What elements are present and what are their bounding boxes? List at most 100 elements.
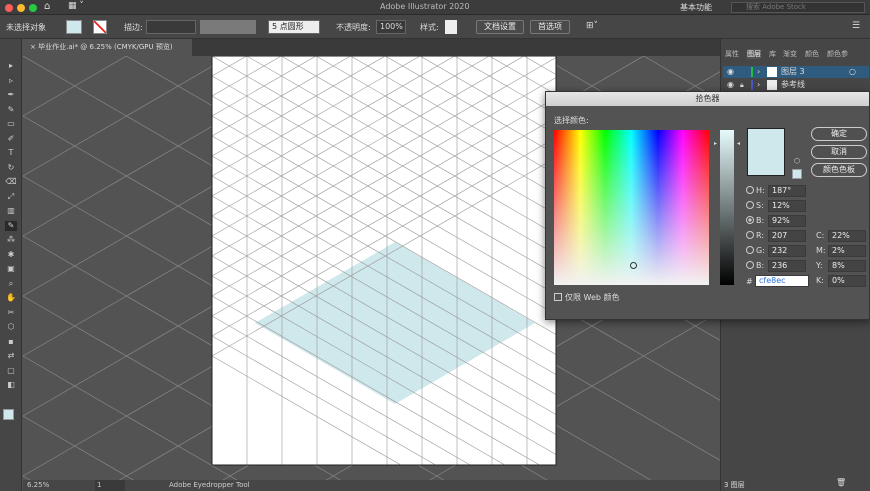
hand-tool-icon[interactable]: ✋ [5,293,17,303]
channel-radio[interactable] [746,201,754,209]
pencil-tool-icon[interactable]: ✐ [5,134,17,144]
channel-radio[interactable] [746,216,754,224]
brightness-slider[interactable] [720,130,734,285]
hex-input[interactable]: cfe8ec [755,275,809,287]
color-field[interactable] [554,130,709,285]
symbol-sprayer-tool-icon[interactable]: ✱ [5,250,17,260]
eyedropper-tool-icon[interactable]: ✎ [5,220,17,231]
expand-chevron-icon[interactable]: › [757,79,760,91]
opacity-input[interactable]: 100% [376,20,406,34]
channel-label[interactable]: B: [746,260,764,272]
style-label: 样式: [420,23,439,32]
maximize-window-button[interactable] [29,4,37,12]
channel-value-input[interactable]: 92% [768,215,806,227]
selection-tool-icon[interactable]: ▸ [5,61,17,71]
lock-icon[interactable]: 🔒︎ [740,79,744,91]
home-icon[interactable]: ⌂ [44,1,50,12]
channel-value-input[interactable]: 2% [828,245,866,257]
color-field-cursor[interactable] [630,262,637,269]
channel-value-input[interactable]: 232 [768,245,806,257]
arrange-icon[interactable]: ⊞˅ [586,21,598,31]
color-picker-dialog: 拾色器 选择颜色: ▸ ◂ ⬡ 确定 取消 颜色色板 H: 187° S: 12% B: 9… [545,91,870,320]
visibility-eye-icon[interactable]: ◉ [727,79,734,91]
expand-chevron-icon[interactable]: › [757,66,760,78]
channel-label[interactable]: G: [746,245,765,257]
blend-tool-icon[interactable]: ⁂ [5,235,17,245]
channel-label[interactable]: B: [746,215,764,227]
channel-radio[interactable] [746,261,754,269]
web-safe-swatch[interactable] [792,169,802,179]
ok-button[interactable]: 确定 [811,127,867,141]
channel-label[interactable]: R: [746,230,764,242]
channel-value-input[interactable]: 22% [828,230,866,242]
cancel-button[interactable]: 取消 [811,145,867,159]
pen-tool-icon[interactable]: ✒ [5,90,17,100]
workspace-switcher-icon[interactable]: ▦ ˅ [68,1,84,11]
scale-tool-icon[interactable]: ⤢ [5,192,17,202]
brush-dropdown[interactable]: 5 点圆形 [268,20,320,34]
channel-value-input[interactable]: 8% [828,260,866,272]
layer-row[interactable]: ◉ › 图层 3 ○ [723,66,869,78]
document-setup-button[interactable]: 文档设置 [476,20,524,34]
channel-radio[interactable] [746,246,754,254]
panel-tab[interactable]: 库 [769,49,776,59]
stroke-weight-input[interactable] [146,20,196,34]
close-window-button[interactable] [5,4,13,12]
variable-width-profile[interactable] [200,20,256,34]
color-swatches-button[interactable]: 颜色色板 [811,163,867,177]
channel-label[interactable]: H: [746,185,765,197]
rectangle-tool-icon[interactable]: ▭ [5,119,17,129]
style-swatch[interactable] [445,20,457,34]
layer-name[interactable]: 参考线 [781,79,805,91]
channel-value-input[interactable]: 207 [768,230,806,242]
web-only-checkbox[interactable] [554,293,562,301]
layer-name[interactable]: 图层 3 [781,66,805,78]
stock-search-input[interactable]: 搜索 Adobe Stock [731,2,865,13]
zoom-level[interactable]: 6.25% [27,480,49,491]
slice-tool-icon[interactable]: ✂ [5,308,17,318]
fill-color-icon[interactable] [3,409,14,420]
gradient-tool-icon[interactable]: ▥ [5,206,17,216]
channel-value-input[interactable]: 0% [828,275,866,287]
close-tab-icon[interactable]: × [30,43,36,51]
channel-radio[interactable] [746,231,754,239]
artboard-tool-icon[interactable]: ▣ [5,264,17,274]
channel-value-input[interactable]: 236 [768,260,806,272]
screen-mode-tool-icon[interactable]: ▢ [5,366,17,376]
draw-mode-tool-icon[interactable]: ◧ [5,380,17,390]
channel-label[interactable]: S: [746,200,764,212]
minimize-window-button[interactable] [17,4,25,12]
direct-selection-tool-icon[interactable]: ▹ [5,76,17,86]
document-tab[interactable]: × 毕业作业.ai* @ 6.25% (CMYK/GPU 预览) [22,39,192,56]
panel-tab[interactable]: 渐变 [783,49,797,59]
mesh-tool-icon[interactable]: ⇄ [5,351,17,361]
panel-tab[interactable]: 颜色参 [827,49,848,59]
shape-builder-tool-icon[interactable]: ⬡ [5,322,17,332]
fill-swatch[interactable] [66,20,82,34]
type-tool-icon[interactable]: T [5,148,17,158]
perspective-tool-icon[interactable]: ▪ [5,337,17,347]
eraser-tool-icon[interactable]: ⌫ [5,177,17,187]
out-of-gamut-cube-icon[interactable]: ⬡ [794,157,800,165]
grid-line [23,415,134,480]
visibility-eye-icon[interactable]: ◉ [727,66,734,78]
panel-tab[interactable]: 图层 [747,49,761,59]
preferences-button[interactable]: 首选项 [530,20,570,34]
channel-value-input[interactable]: 12% [768,200,806,212]
layer-row[interactable]: ◉ 🔒︎ › 参考线 [723,79,869,91]
panel-menu-icon[interactable]: ☰ [852,21,860,31]
delete-layer-icon[interactable]: 🗑︎ [836,478,846,487]
slider-handle[interactable]: ▸ ◂ [714,140,740,147]
paintbrush-tool-icon[interactable]: ✎ [5,105,17,115]
panel-tab[interactable]: 属性 [725,49,739,59]
panel-tab[interactable]: 颜色 [805,49,819,59]
workspace-dropdown[interactable]: 基本功能 [680,2,712,13]
zoom-tool-icon[interactable]: ⌕ [5,279,17,289]
stroke-swatch[interactable] [93,20,107,34]
channel-radio[interactable] [746,186,754,194]
target-circle-icon[interactable]: ○ [849,66,856,78]
web-only-label: 仅限 Web 颜色 [565,293,620,302]
rotate-tool-icon[interactable]: ↻ [5,163,17,173]
artboard-number[interactable]: 1 [95,480,125,491]
channel-value-input[interactable]: 187° [768,185,806,197]
